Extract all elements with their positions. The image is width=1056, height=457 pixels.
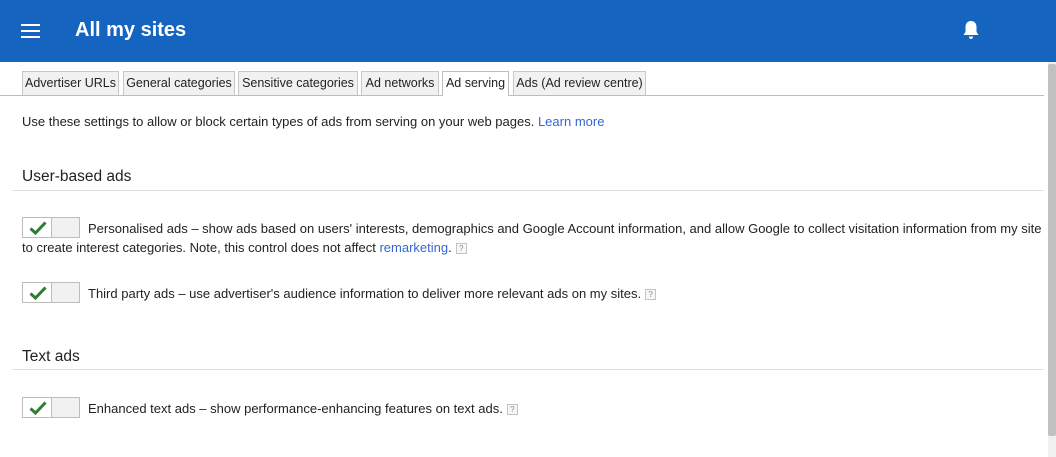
vertical-scrollbar[interactable] <box>1048 62 1056 457</box>
page-title: All my sites <box>75 19 187 41</box>
section-title-text-ads: Text ads <box>22 348 80 365</box>
enhanced-text-ads-text: Enhanced text ads – show performance-enh… <box>88 401 503 416</box>
checkmark-icon <box>29 286 47 300</box>
section-title-user-based-ads: User-based ads <box>22 168 132 185</box>
tab-strip-divider <box>0 95 1044 96</box>
main-content: Advertiser URLs General categories Sensi… <box>0 62 1048 457</box>
toggle-on-state <box>23 283 52 302</box>
toggle-off-state <box>52 283 79 302</box>
third-party-ads-description: Third party ads – use advertiser's audie… <box>88 284 657 303</box>
scrollbar-thumb[interactable] <box>1048 64 1056 436</box>
top-app-bar: All my sites <box>0 0 1056 62</box>
tab-general-categories[interactable]: General categories <box>123 71 235 95</box>
personalised-ads-description: Personalised ads – show ads based on use… <box>22 219 1042 257</box>
help-icon[interactable]: ? <box>506 404 518 416</box>
tab-ads-review-centre[interactable]: Ads (Ad review centre) <box>513 71 646 95</box>
intro-description: Use these settings to allow or block cer… <box>22 114 535 129</box>
help-icon[interactable]: ? <box>455 243 467 255</box>
help-icon[interactable]: ? <box>645 289 657 301</box>
section-divider <box>12 369 1044 370</box>
tab-ad-networks[interactable]: Ad networks <box>361 71 439 95</box>
hamburger-menu-icon[interactable] <box>21 24 40 38</box>
enhanced-text-ads-toggle[interactable] <box>22 397 80 418</box>
personalised-ads-suffix: . <box>448 240 452 255</box>
toggle-off-state <box>52 398 79 417</box>
tab-advertiser-urls[interactable]: Advertiser URLs <box>22 71 119 95</box>
learn-more-link[interactable]: Learn more <box>538 114 604 129</box>
third-party-ads-toggle[interactable] <box>22 282 80 303</box>
checkmark-icon <box>29 401 47 415</box>
tab-ad-serving[interactable]: Ad serving <box>442 71 509 96</box>
personalised-ads-text: Personalised ads – show ads based on use… <box>22 221 1042 255</box>
intro-text: Use these settings to allow or block cer… <box>22 114 604 129</box>
section-divider <box>12 190 1044 191</box>
bell-icon[interactable] <box>961 19 981 41</box>
enhanced-text-ads-description: Enhanced text ads – show performance-enh… <box>88 399 518 418</box>
toggle-on-state <box>23 398 52 417</box>
tab-sensitive-categories[interactable]: Sensitive categories <box>238 71 358 95</box>
remarketing-link[interactable]: remarketing <box>379 240 448 255</box>
third-party-ads-text: Third party ads – use advertiser's audie… <box>88 286 642 301</box>
